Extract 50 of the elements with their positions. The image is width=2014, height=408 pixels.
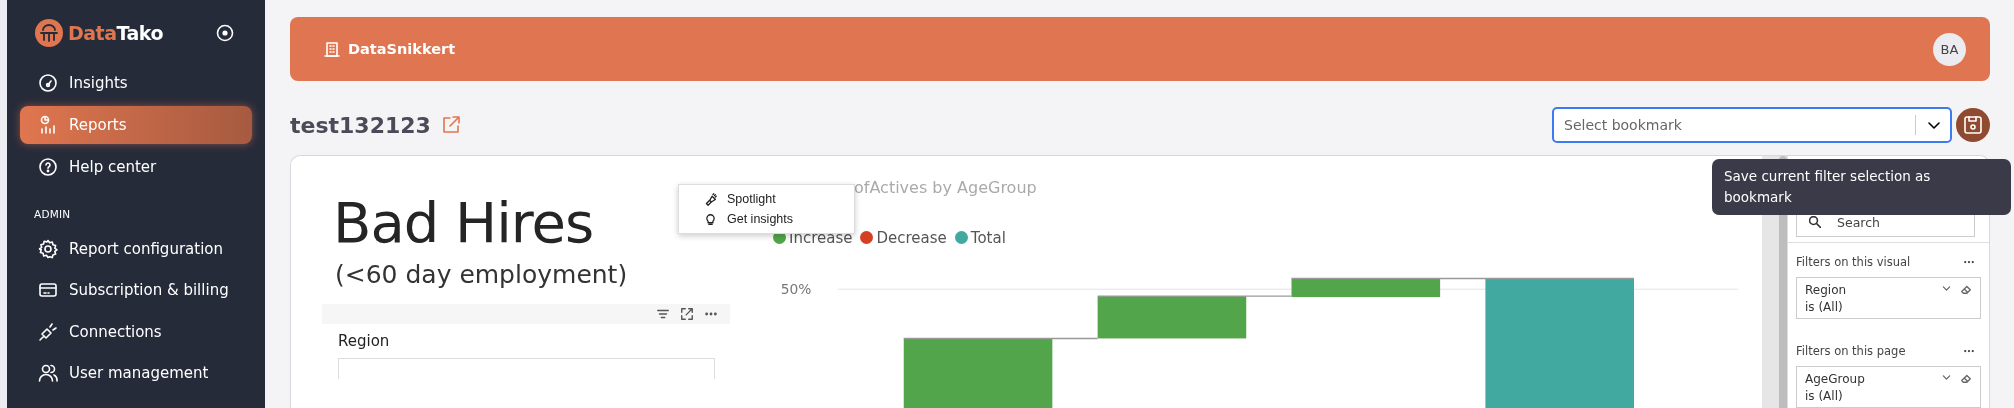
filter-condition: is (All)	[1805, 389, 1844, 403]
flashlight-icon	[704, 192, 717, 206]
filter-condition: is (All)	[1805, 300, 1844, 315]
sidebar-item[interactable]: Help center	[20, 148, 252, 186]
slicer-title: Region	[338, 332, 391, 350]
building-icon	[324, 41, 340, 57]
axis-tick-label: 50%	[780, 280, 812, 297]
gauge-icon	[38, 73, 58, 93]
sidebar-item[interactable]: User management	[20, 354, 252, 392]
filter-field: AgeGroup	[1805, 372, 1941, 386]
legend-label: Total	[970, 228, 1006, 247]
tooltip: Save current filter selection as bookmark	[1712, 159, 2011, 215]
chevron-down-icon	[1941, 372, 1952, 383]
sidebar-item[interactable]: Reports	[20, 106, 252, 144]
sidebar-item[interactable]: Connections	[20, 313, 252, 351]
logo-text: DataTako	[68, 22, 163, 44]
legend-label: Decrease	[876, 228, 947, 247]
collapse-toggle-icon[interactable]	[216, 24, 234, 42]
chart-icon	[38, 115, 58, 135]
section-title: Filters on this page	[1796, 344, 1906, 358]
bookmark-select[interactable]: Select bookmark	[1552, 107, 1952, 143]
focus-mode-icon[interactable]	[680, 307, 694, 321]
filter-card[interactable]: Region is (All)	[1796, 277, 1981, 320]
plug-icon	[38, 321, 58, 342]
visual-subheading: (<60 day employment)	[335, 259, 628, 291]
filter-icon[interactable]	[656, 307, 670, 321]
save-bookmark-button[interactable]	[1956, 108, 1990, 142]
visual-heading: Bad Hires	[333, 189, 594, 257]
legend-label: Increase	[789, 228, 853, 247]
menu-item[interactable]: Spotlight	[679, 189, 854, 209]
sidebar-item[interactable]: Insights	[20, 64, 252, 102]
filter-card[interactable]: AgeGroup is (All)	[1796, 366, 1981, 408]
settings-icon	[38, 238, 58, 259]
lightbulb-icon	[704, 212, 717, 226]
section-title: Filters on this visual	[1796, 255, 1911, 270]
sidebar-item[interactable]: Subscription & billing	[20, 271, 252, 309]
organization-name: DataSnikkert	[348, 41, 456, 57]
section-label: ADMIN	[34, 208, 72, 220]
eraser-icon	[1960, 372, 1972, 384]
filter-field: Region	[1805, 283, 1941, 298]
menu-item[interactable]: Get insights	[679, 209, 854, 229]
external-link-icon[interactable]	[440, 115, 461, 135]
users-icon	[38, 363, 58, 384]
help-icon	[38, 157, 58, 177]
search-icon	[1809, 216, 1821, 229]
report-title: test132123	[290, 112, 431, 138]
sidebar-item[interactable]: Report configuration	[20, 230, 252, 268]
eraser-icon	[1960, 283, 1972, 296]
user-avatar[interactable]: BA	[1933, 32, 1966, 66]
octopus-logo-icon	[34, 18, 64, 48]
